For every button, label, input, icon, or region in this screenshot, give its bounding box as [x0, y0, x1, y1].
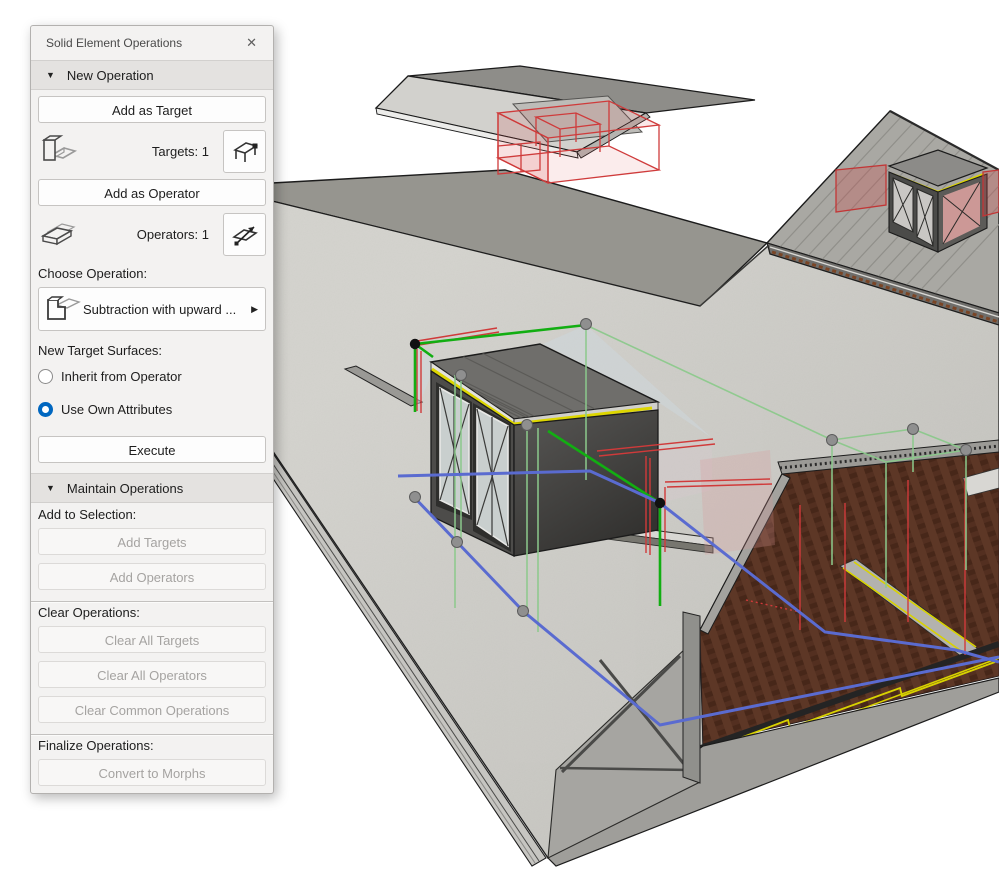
radio-on-icon[interactable]	[38, 402, 53, 417]
solid-element-operations-palette: Solid Element Operations ✕ ▼ New Operati…	[30, 25, 274, 794]
subtraction-operation-icon	[47, 296, 81, 320]
pick-targets-button[interactable]	[223, 129, 266, 173]
divider	[31, 734, 273, 736]
operators-row: Operators: 1	[38, 212, 266, 256]
window-right[interactable]	[473, 403, 511, 552]
choose-operation-label: Choose Operation:	[38, 266, 148, 281]
operation-dropdown[interactable]: Subtraction with upward ... ▶	[38, 287, 266, 331]
targets-row: Targets: 1	[38, 129, 266, 173]
radio-label: Use Own Attributes	[61, 402, 173, 417]
chevron-down-icon: ▼	[46, 483, 55, 493]
operators-count: Operators: 1	[136, 226, 209, 242]
palette-title: Solid Element Operations	[46, 36, 183, 50]
add-targets-button[interactable]: Add Targets	[38, 528, 266, 555]
clear-common-operations-button[interactable]: Clear Common Operations	[38, 696, 266, 723]
operators-icon	[38, 216, 82, 253]
operation-value: Subtraction with upward ...	[83, 301, 237, 317]
new-target-surfaces-label: New Target Surfaces:	[38, 343, 163, 358]
targets-count: Targets: 1	[151, 143, 209, 159]
targets-icon	[38, 133, 82, 170]
section-label: Maintain Operations	[66, 480, 184, 496]
pick-operators-icon	[231, 226, 258, 246]
add-operators-button[interactable]: Add Operators	[38, 563, 266, 590]
operator-box-left	[836, 165, 886, 212]
palette-titlebar[interactable]: Solid Element Operations ✕	[31, 26, 273, 60]
pick-operators-button[interactable]	[223, 212, 266, 256]
finalize-operations-label: Finalize Operations:	[38, 738, 154, 753]
add-as-target-button[interactable]: Add as Target	[38, 96, 266, 123]
clear-operations-label: Clear Operations:	[38, 605, 140, 620]
add-to-selection-label: Add to Selection:	[38, 507, 137, 522]
execute-button[interactable]: Execute	[38, 436, 266, 463]
radio-use-own-attributes[interactable]: Use Own Attributes	[38, 402, 266, 417]
radio-label: Inherit from Operator	[61, 369, 182, 384]
radio-off-icon[interactable]	[38, 369, 53, 384]
pick-targets-icon	[232, 142, 258, 162]
convert-to-morphs-button[interactable]: Convert to Morphs	[38, 759, 266, 786]
section-header-new-operation[interactable]: ▼ New Operation	[31, 60, 273, 90]
add-as-operator-button[interactable]: Add as Operator	[38, 179, 266, 206]
clear-all-operators-button[interactable]: Clear All Operators	[38, 661, 266, 688]
flyout-arrow-icon: ▶	[251, 303, 258, 314]
radio-inherit-from-operator[interactable]: Inherit from Operator	[38, 369, 266, 384]
window-left[interactable]	[436, 382, 472, 520]
chevron-down-icon: ▼	[46, 70, 55, 80]
section-label: New Operation	[66, 67, 154, 83]
operator-box-right	[983, 170, 999, 216]
divider	[31, 601, 273, 603]
clear-all-targets-button[interactable]: Clear All Targets	[38, 626, 266, 653]
close-icon[interactable]: ✕	[240, 33, 263, 53]
section-header-maintain-operations[interactable]: ▼ Maintain Operations	[31, 473, 273, 503]
